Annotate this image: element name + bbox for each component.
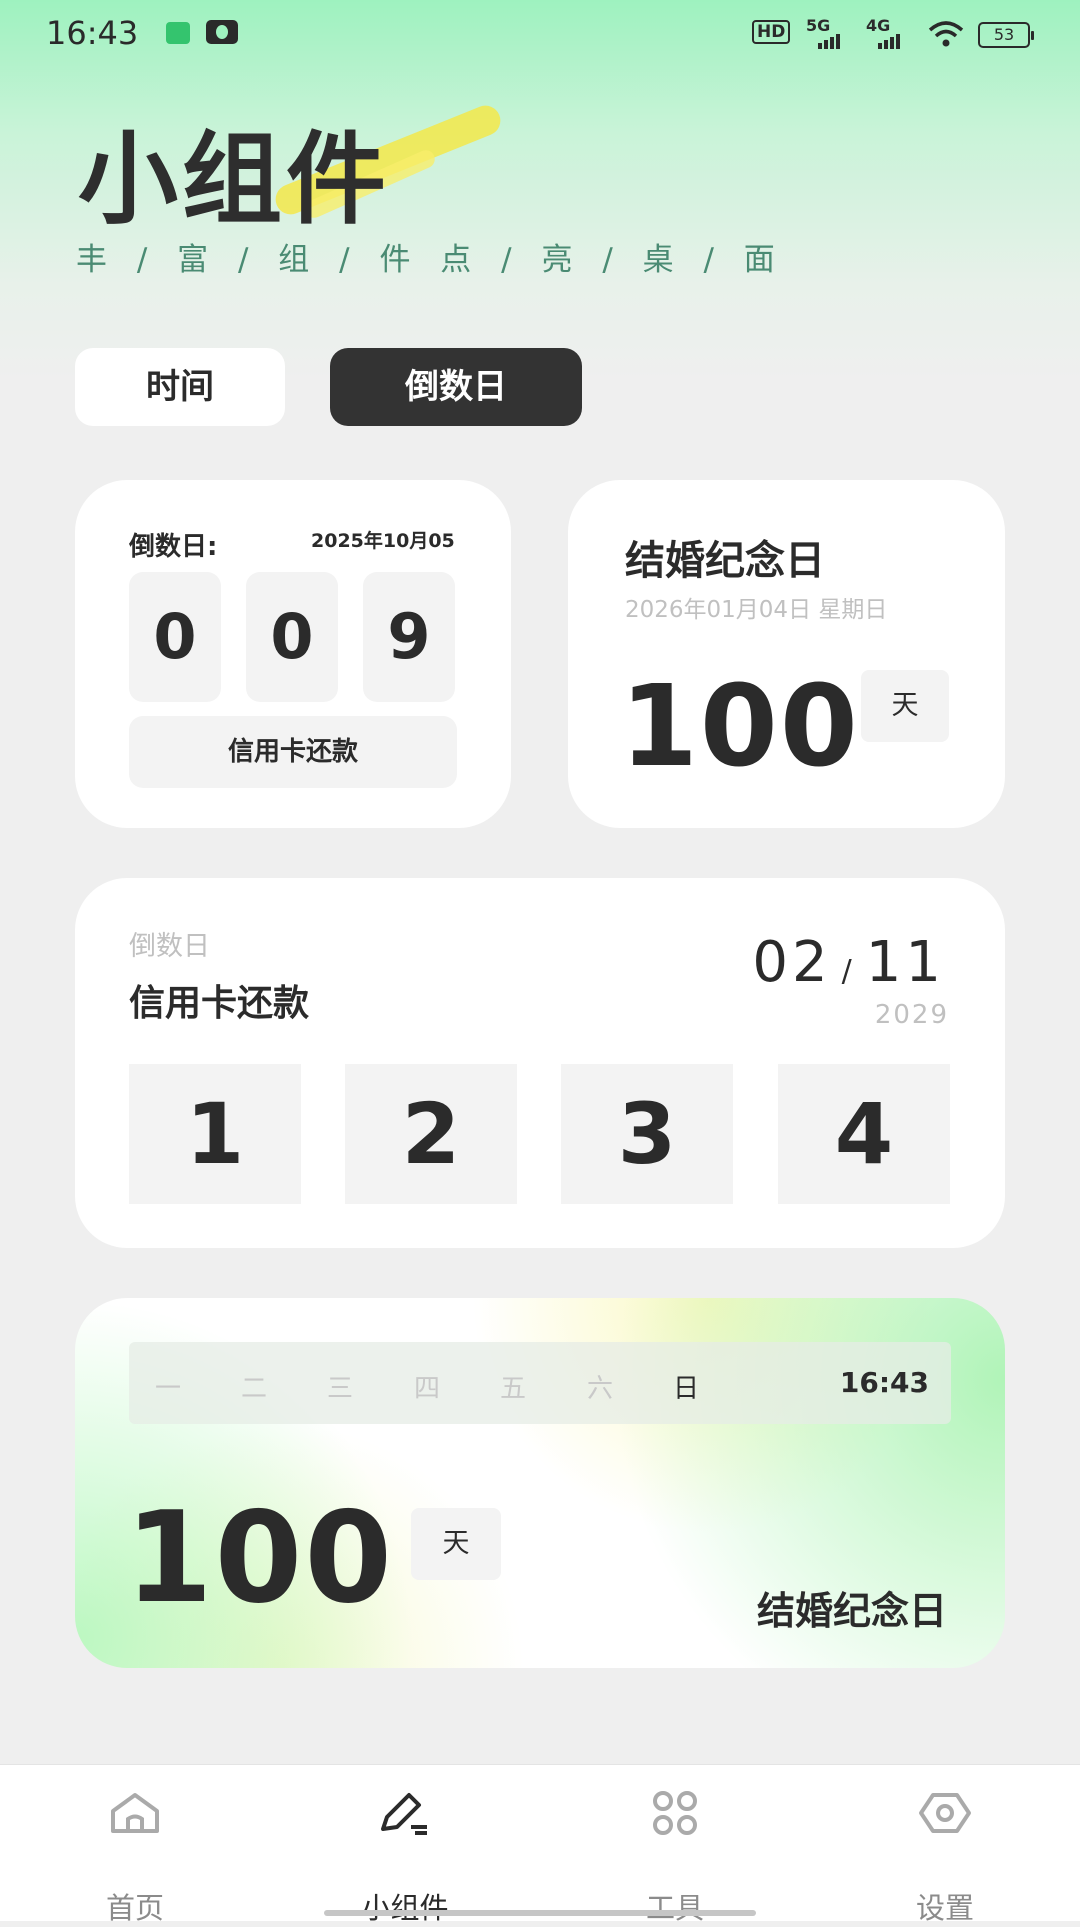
home-indicator[interactable] xyxy=(324,1910,756,1916)
edit-pen-icon xyxy=(381,1793,427,1835)
target-month-day: 02 / 11 xyxy=(752,930,945,995)
notification-app-icon xyxy=(166,22,190,44)
days-count: 100 xyxy=(125,1484,395,1631)
target-day: 11 xyxy=(865,930,945,995)
nav-tools[interactable]: 工具 xyxy=(540,1765,810,1925)
event-title: 结婚纪念日 xyxy=(625,538,825,584)
notification-app-icon-2 xyxy=(206,20,238,44)
target-year: 2029 xyxy=(874,1000,949,1030)
event-title: 结婚纪念日 xyxy=(756,1589,947,1633)
battery-icon: 53 xyxy=(978,22,1034,48)
digit-box: 9 xyxy=(363,572,455,702)
anniversary-widget[interactable]: 结婚纪念日 2026年01月04日 星期日 100 天 xyxy=(568,480,1005,828)
status-bar: 16:43 HD 5G 4G 53 xyxy=(0,0,1080,70)
nav-tools-label: 工具 xyxy=(645,1891,704,1925)
digit-box: 2 xyxy=(345,1064,517,1204)
event-name: 信用卡还款 xyxy=(129,716,457,788)
nav-widgets-label: 小组件 xyxy=(361,1891,449,1925)
home-icon xyxy=(111,1793,159,1833)
days-unit: 天 xyxy=(411,1508,501,1580)
date-separator: / xyxy=(841,954,856,989)
page-title: 小组件 xyxy=(78,121,390,238)
week-anniversary-widget[interactable]: 一 二 三 四 五 六 日 16:43 100 天 结婚纪念日 xyxy=(75,1298,1005,1668)
status-time: 16:43 xyxy=(46,14,139,52)
widget-label: 倒数日: xyxy=(129,532,218,562)
nav-home[interactable]: 首页 xyxy=(0,1765,270,1925)
nav-widgets[interactable]: 小组件 xyxy=(270,1765,540,1925)
digit-box: 1 xyxy=(129,1064,301,1204)
target-month: 02 xyxy=(752,930,832,995)
weekday-sat: 六 xyxy=(587,1374,614,1404)
widget-date: 2025年10月05 xyxy=(311,530,455,552)
weekday-mon: 一 xyxy=(155,1374,182,1404)
weekday-fri: 五 xyxy=(500,1374,527,1404)
nav-home-label: 首页 xyxy=(105,1891,164,1925)
nav-settings-label: 设置 xyxy=(915,1891,974,1925)
event-name: 信用卡还款 xyxy=(129,983,310,1024)
digit-box: 0 xyxy=(129,572,221,702)
wifi-icon xyxy=(928,21,964,47)
grid-apps-icon xyxy=(653,1791,697,1835)
weekday-tue: 二 xyxy=(241,1374,268,1404)
widget-clock: 16:43 xyxy=(839,1366,929,1399)
days-unit: 天 xyxy=(861,670,949,742)
tab-time[interactable]: 时间 xyxy=(75,348,285,426)
hd-voice-icon: HD xyxy=(752,20,791,44)
digit-box: 0 xyxy=(246,572,338,702)
tab-countdown[interactable]: 倒数日 xyxy=(330,348,582,426)
signal-bars-icon xyxy=(818,30,842,49)
settings-hexagon-icon xyxy=(919,1793,971,1833)
digit-box: 3 xyxy=(561,1064,733,1204)
weekday-bar: 一 二 三 四 五 六 日 16:43 xyxy=(129,1342,951,1424)
weekday-sun: 日 xyxy=(673,1374,700,1404)
bottom-navigation: 首页 小组件 工具 设置 xyxy=(0,1764,1080,1925)
countdown-widget-wide[interactable]: 倒数日 信用卡还款 02 / 11 2029 1 2 3 4 xyxy=(75,878,1005,1248)
countdown-widget-small[interactable]: 倒数日: 2025年10月05 0 0 9 信用卡还款 xyxy=(75,480,511,828)
days-count: 100 xyxy=(620,662,860,792)
weekday-wed: 三 xyxy=(327,1374,354,1404)
digit-box: 4 xyxy=(778,1064,950,1204)
widget-label: 倒数日 xyxy=(129,931,210,962)
weekday-thu: 四 xyxy=(414,1374,441,1404)
signal-bars-icon-2 xyxy=(878,30,902,49)
event-date: 2026年01月04日 星期日 xyxy=(625,597,888,623)
nav-settings[interactable]: 设置 xyxy=(810,1765,1080,1925)
